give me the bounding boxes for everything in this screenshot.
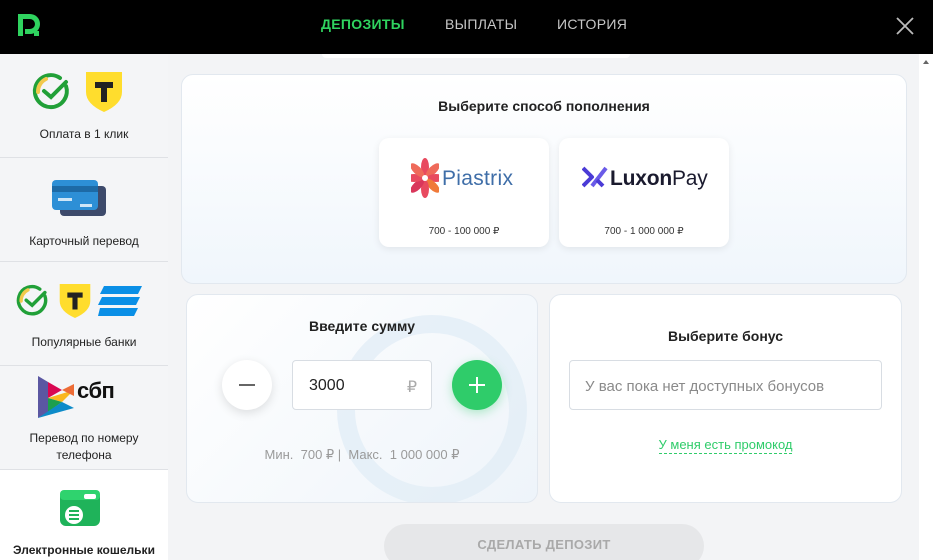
method-range: 700 - 100 000 ₽	[428, 226, 500, 237]
luxon-text: Luxon	[610, 167, 672, 190]
bonus-select[interactable]: У вас пока нет доступных бонусов	[569, 360, 882, 410]
amount-value: 3000	[309, 377, 345, 394]
sidebar-item-label: Электронные кошельки	[13, 543, 155, 557]
sidebar-item-card-transfer[interactable]: Карточный перевод	[0, 158, 168, 262]
scrollbar[interactable]	[919, 54, 933, 560]
bank-cards-icon	[52, 180, 106, 216]
amount-limits: Мин. 700 ₽ | Макс. 1 000 000 ₽	[264, 447, 460, 462]
header-bar: ДЕПОЗИТЫ ВЫПЛАТЫ ИСТОРИЯ	[0, 0, 933, 54]
wallet-icon	[60, 490, 100, 526]
tab-payouts[interactable]: ВЫПЛАТЫ	[445, 16, 517, 32]
sidebar-item-popular-banks[interactable]: Популярные банки	[0, 262, 168, 366]
sidebar-item-one-click[interactable]: Оплата в 1 клик	[0, 54, 168, 158]
sidebar-item-sbp-phone[interactable]: сбп Перевод по номеру телефона	[0, 366, 168, 470]
payment-category-sidebar: Оплата в 1 клик Карточный перевод Популя…	[0, 54, 168, 560]
vtb-stripes-icon	[98, 286, 142, 316]
close-icon[interactable]	[893, 14, 917, 38]
sber-check-icon	[16, 284, 48, 316]
increase-amount-button[interactable]	[452, 360, 502, 410]
sidebar-item-e-wallets[interactable]: Электронные кошельки	[0, 470, 168, 560]
sbp-logo-icon	[38, 376, 74, 418]
pay-text: Pay	[672, 167, 708, 190]
tbank-shield-icon	[59, 284, 91, 318]
decrease-amount-button[interactable]	[222, 360, 272, 410]
scroll-fade	[322, 54, 630, 58]
plus-icon-vertical	[476, 377, 478, 393]
sidebar-item-label-line2: телефона	[56, 448, 112, 462]
promo-code-link-text[interactable]: У меня есть промокод	[658, 437, 793, 454]
sber-check-icon	[32, 73, 69, 110]
make-deposit-button[interactable]: СДЕЛАТЬ ДЕПОЗИТ	[384, 524, 704, 560]
method-panel-title: Выберите способ пополнения	[438, 98, 650, 114]
tab-history[interactable]: ИСТОРИЯ	[557, 16, 627, 32]
sbp-logo-text: сбп	[77, 378, 115, 403]
currency-symbol: ₽	[406, 379, 417, 396]
luxonpay-logo-text: LuxonPay	[610, 167, 708, 191]
method-card-piastrix[interactable]: Piastrix 700 - 100 000 ₽	[379, 138, 549, 247]
promo-code-link[interactable]: У меня есть промокод	[549, 437, 902, 454]
sidebar-item-label-line1: Перевод по номеру	[29, 431, 139, 445]
tab-deposits[interactable]: ДЕПОЗИТЫ	[321, 16, 405, 32]
amount-input[interactable]: 3000 ₽	[292, 360, 432, 410]
sidebar-item-label: Оплата в 1 клик	[39, 127, 129, 141]
sidebar-item-label: Популярные банки	[31, 335, 137, 349]
bonus-panel-title: Выберите бонус	[667, 328, 784, 344]
brand-logo-icon[interactable]	[14, 10, 44, 40]
piastrix-flower-icon	[411, 158, 439, 198]
luxonpay-logo-icon	[582, 166, 608, 188]
method-range: 700 - 1 000 000 ₽	[604, 226, 684, 237]
method-card-luxonpay[interactable]: LuxonPay 700 - 1 000 000 ₽	[559, 138, 729, 247]
piastrix-logo-text: Piastrix	[442, 167, 514, 190]
sidebar-item-label: Карточный перевод	[29, 234, 139, 248]
bonus-placeholder: У вас пока нет доступных бонусов	[585, 378, 825, 395]
scroll-up-arrow-icon[interactable]	[923, 60, 929, 64]
minus-icon	[239, 384, 255, 386]
amount-panel-title: Введите сумму	[308, 318, 416, 334]
tbank-shield-icon	[86, 72, 122, 112]
